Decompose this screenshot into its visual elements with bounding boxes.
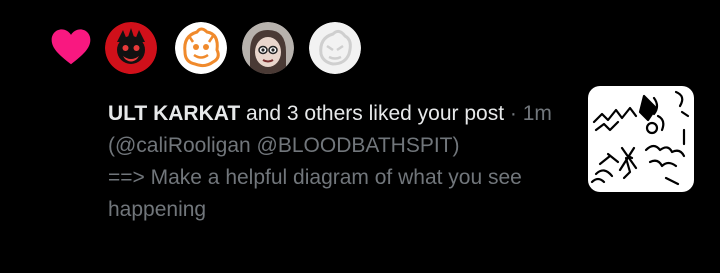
avatar-orange-icon[interactable]	[175, 22, 227, 74]
timestamp: 1m	[522, 102, 552, 125]
doodle-thumbnail-icon[interactable]	[588, 86, 694, 192]
like-notification[interactable]: ULT KARKAT and 3 others liked your post …	[0, 0, 720, 273]
post-message: ==> Make a helpful diagram of what you s…	[108, 166, 522, 221]
separator-dot: ·	[504, 102, 523, 125]
notification-headline: ULT KARKAT and 3 others liked your post …	[108, 98, 568, 130]
action-text: and 3 others liked your post	[240, 102, 505, 125]
post-mentions: (@caliRooligan @BLOODBATHSPIT)	[108, 134, 460, 157]
notification-text: ULT KARKAT and 3 others liked your post …	[108, 98, 568, 226]
heart-icon	[51, 29, 91, 65]
avatar-portrait-icon[interactable]	[242, 22, 294, 74]
actor-name[interactable]: ULT KARKAT	[108, 102, 240, 125]
avatar-red-icon[interactable]	[105, 22, 157, 74]
avatar-white-icon[interactable]	[309, 22, 361, 74]
